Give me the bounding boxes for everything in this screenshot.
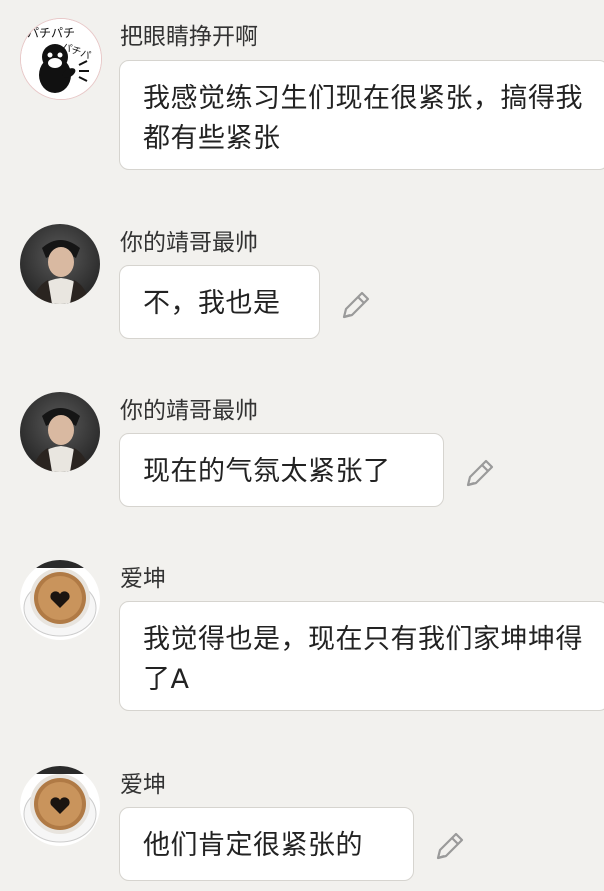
message-bubble[interactable]: 现在的气氛太紧张了 [119, 433, 444, 507]
pencil-edit-icon[interactable] [432, 828, 468, 864]
avatar[interactable] [20, 392, 100, 472]
chat-message: 你的靖哥最帅 现在的气氛太紧张了 [0, 378, 604, 518]
message-bubble[interactable]: 我觉得也是，现在只有我们家坤坤得了A [119, 601, 604, 711]
svg-text:パチパチ: パチパチ [27, 26, 75, 40]
message-bubble[interactable]: 我感觉练习生们现在很紧张，搞得我都有些紧张 [119, 60, 604, 170]
sender-name: 你的靖哥最帅 [120, 230, 258, 256]
avatar[interactable]: パチパチ パチパ [20, 18, 102, 100]
chat-message: パチパチ パチパ 把眼睛挣开啊 我感觉练习生们现在很紧张，搞得我都有些紧张 [0, 0, 604, 180]
chat-message: 爱坤 他们肯定很紧张的 [0, 752, 604, 891]
sender-name: 爱坤 [120, 566, 166, 592]
person-photo-avatar-icon [20, 392, 100, 472]
avatar[interactable] [20, 224, 100, 304]
sender-name: 你的靖哥最帅 [120, 398, 258, 424]
sender-name: 把眼睛挣开啊 [120, 24, 258, 50]
coffee-cup-heart-avatar-icon [20, 560, 100, 640]
pencil-edit-icon[interactable] [338, 287, 374, 323]
avatar[interactable] [20, 766, 100, 846]
chat-message: 爱坤 我觉得也是，现在只有我们家坤坤得了A [0, 546, 604, 726]
coffee-cup-heart-avatar-icon [20, 766, 100, 846]
message-bubble[interactable]: 不，我也是 [119, 265, 320, 339]
chat-thread: パチパチ パチパ 把眼睛挣开啊 我感觉练习生们现在很紧张，搞得我都有些紧张 你的… [0, 0, 604, 891]
message-bubble[interactable]: 他们肯定很紧张的 [119, 807, 414, 881]
chat-message: 你的靖哥最帅 不，我也是 [0, 210, 604, 350]
sender-name: 爱坤 [120, 772, 166, 798]
penguin-clapping-avatar-icon: パチパチ パチパ [21, 19, 101, 99]
avatar[interactable] [20, 560, 100, 640]
person-photo-avatar-icon [20, 224, 100, 304]
pencil-edit-icon[interactable] [462, 455, 498, 491]
